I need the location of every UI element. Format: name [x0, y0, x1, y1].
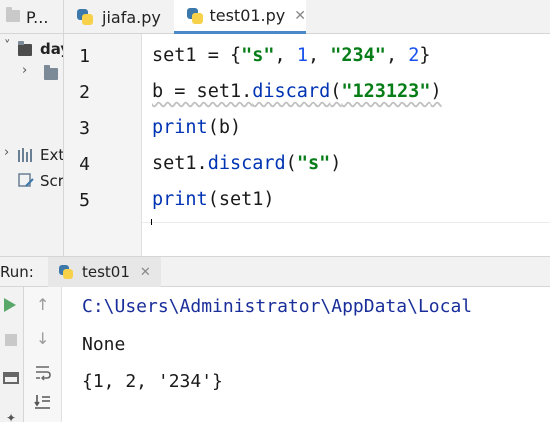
editor-gutter: 1 2 3 4 5 [64, 34, 142, 222]
console-line-path[interactable]: C:\Users\Administrator\AppData\Local [82, 296, 472, 317]
tree-item-subfolder[interactable]: › [0, 62, 63, 84]
tree-item-label: day [40, 40, 63, 58]
tab-jiafa[interactable]: jiafa.py [64, 0, 174, 34]
stop-icon[interactable] [5, 334, 17, 346]
run-tab-label: test01 [82, 263, 130, 281]
console-line[interactable]: {1, 2, '234'} [82, 371, 223, 392]
python-file-icon [58, 264, 74, 280]
run-tool-header: Run: test01 ✕ [0, 256, 550, 287]
text-cursor [151, 219, 152, 225]
layout-icon[interactable] [3, 372, 19, 384]
scroll-down-icon[interactable]: ↓ [36, 329, 49, 348]
tab-label: test01.py [209, 6, 286, 25]
editor-tab-bar: jiafa.py test01.py ✕ [64, 0, 550, 34]
python-file-icon [76, 8, 94, 26]
tree-item-external-libraries[interactable]: › Ext [0, 144, 64, 166]
pin-icon[interactable]: ✦ [6, 411, 16, 422]
code-line-5[interactable]: print(set1) [152, 189, 275, 210]
console-line[interactable]: None [82, 334, 125, 355]
python-file-icon [186, 7, 203, 25]
tree-item-day[interactable]: ˅ day [0, 38, 63, 60]
line-number: 5 [79, 190, 90, 211]
library-icon [18, 148, 32, 162]
code-editor[interactable]: set1 = {"s", 1, "234", 2} b = set1.disca… [142, 34, 550, 222]
run-tab-test01[interactable]: test01 ✕ [48, 257, 161, 287]
project-header[interactable]: P... [0, 0, 63, 34]
folder-icon [6, 7, 20, 22]
line-number: 4 [79, 154, 90, 175]
chevron-right-icon[interactable]: › [4, 145, 9, 160]
editor-gutter-empty [64, 222, 142, 256]
run-console[interactable]: C:\Users\Administrator\AppData\Local Non… [62, 287, 550, 422]
line-number: 3 [79, 118, 90, 139]
code-line-3[interactable]: print(b) [152, 117, 241, 138]
tree-item-label: Scr [40, 172, 64, 190]
console-toolbar: ↑ ↓ [24, 287, 62, 422]
run-toolbar: ✦ [0, 287, 24, 422]
chevron-down-icon[interactable]: ˅ [4, 39, 11, 54]
chevron-right-icon[interactable]: › [22, 63, 27, 78]
editor-empty-area[interactable] [142, 222, 550, 256]
code-line-4[interactable]: set1.discard("s") [152, 153, 341, 174]
tree-item-label: Ext [40, 146, 64, 164]
tree-item-scratches[interactable]: Scr [0, 170, 64, 192]
close-icon[interactable]: ✕ [140, 265, 151, 280]
tab-label: jiafa.py [102, 7, 161, 27]
line-number: 1 [79, 46, 90, 67]
folder-icon [18, 41, 32, 56]
project-pane: P... ˅ day › › Ext Scr [0, 0, 64, 256]
close-icon[interactable]: ✕ [294, 8, 306, 24]
code-line-1[interactable]: set1 = {"s", 1, "234", 2} [152, 45, 431, 66]
soft-wrap-icon[interactable] [34, 363, 52, 381]
line-number: 2 [79, 82, 90, 103]
scroll-up-icon[interactable]: ↑ [36, 295, 49, 314]
code-line-2[interactable]: b = set1.discard("123123") [152, 81, 442, 102]
scratch-icon [18, 173, 34, 187]
tab-test01[interactable]: test01.py ✕ [174, 0, 306, 34]
run-label: Run: [0, 263, 34, 281]
run-icon[interactable] [4, 298, 16, 312]
scroll-to-end-icon[interactable] [34, 393, 52, 411]
project-title: P... [26, 8, 49, 27]
folder-icon [44, 65, 58, 80]
